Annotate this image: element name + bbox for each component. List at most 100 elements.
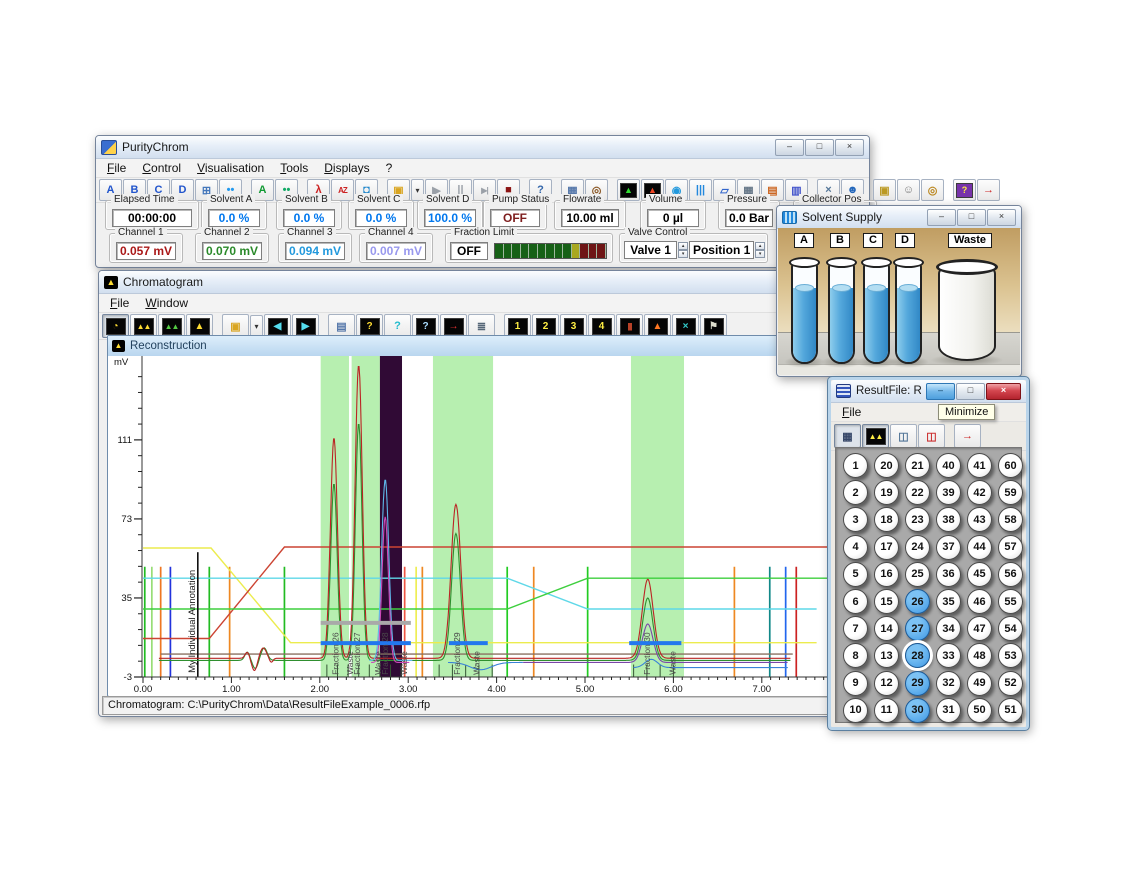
maximize-button[interactable]: □ (957, 209, 986, 226)
exit-button[interactable]: → (954, 424, 981, 448)
menu-displays[interactable]: Displays (317, 161, 376, 175)
vial-5[interactable]: 5 (843, 562, 868, 587)
vial-60[interactable]: 60 (998, 453, 1023, 478)
vial-4[interactable]: 4 (843, 535, 868, 560)
vial-49[interactable]: 49 (967, 671, 992, 696)
mask-button[interactable]: ☺ (897, 179, 920, 201)
close-button[interactable]: × (987, 209, 1016, 226)
vial-53[interactable]: 53 (998, 643, 1023, 668)
menu-file[interactable]: File (100, 161, 133, 175)
menu-file[interactable]: File (103, 296, 136, 310)
vial-23[interactable]: 23 (905, 507, 930, 532)
vial-39[interactable]: 39 (936, 480, 961, 505)
vial-42[interactable]: 42 (967, 480, 992, 505)
vial-40[interactable]: 40 (936, 453, 961, 478)
vial-29[interactable]: 29 (905, 671, 930, 696)
valve-spinner[interactable]: ▴▾ (678, 242, 688, 258)
vial-16[interactable]: 16 (874, 562, 899, 587)
resultfile-titlebar[interactable]: ResultFile: ResultFile... –□× (831, 380, 1026, 403)
add-vials-button[interactable]: ◫ (918, 424, 945, 448)
vial-44[interactable]: 44 (967, 535, 992, 560)
vial-9[interactable]: 9 (843, 671, 868, 696)
minimize-button[interactable]: – (927, 209, 956, 226)
vial-52[interactable]: 52 (998, 671, 1023, 696)
vial-48[interactable]: 48 (967, 643, 992, 668)
vial-26[interactable]: 26 (905, 589, 930, 614)
position-spinner[interactable]: ▴▾ (755, 242, 765, 258)
vial-21[interactable]: 21 (905, 453, 930, 478)
vial-37[interactable]: 37 (936, 535, 961, 560)
vial-57[interactable]: 57 (998, 535, 1023, 560)
vial-36[interactable]: 36 (936, 562, 961, 587)
vial-1[interactable]: 1 (843, 453, 868, 478)
vial-28[interactable]: 28 (905, 643, 930, 668)
vial-24[interactable]: 24 (905, 535, 930, 560)
vial-11[interactable]: 11 (874, 698, 899, 723)
valve-select[interactable]: Valve 1 (624, 241, 677, 259)
open-chromatogram-button-dropdown[interactable]: ▾ (250, 315, 263, 337)
vial-27[interactable]: 27 (905, 616, 930, 641)
help-book-button[interactable]: ? (953, 179, 976, 201)
menu-[interactable]: ? (379, 161, 400, 175)
vial-41[interactable]: 41 (967, 453, 992, 478)
vial-15[interactable]: 15 (874, 589, 899, 614)
vial-34[interactable]: 34 (936, 616, 961, 641)
vial-51[interactable]: 51 (998, 698, 1023, 723)
vial-32[interactable]: 32 (936, 671, 961, 696)
grid-view-button[interactable]: ▦ (834, 424, 861, 448)
menu-file[interactable]: File (835, 405, 868, 419)
vial-33[interactable]: 33 (936, 643, 961, 668)
chromatogram-view-button[interactable]: ▲▲ (862, 424, 889, 448)
vial-58[interactable]: 58 (998, 507, 1023, 532)
exit-button[interactable]: → (977, 179, 1000, 201)
vial-55[interactable]: 55 (998, 589, 1023, 614)
vial-3[interactable]: 3 (843, 507, 868, 532)
vial-35[interactable]: 35 (936, 589, 961, 614)
reconstruction-titlebar[interactable]: ▲ Reconstruction (108, 336, 834, 357)
menu-tools[interactable]: Tools (273, 161, 315, 175)
vial-50[interactable]: 50 (967, 698, 992, 723)
vial-54[interactable]: 54 (998, 616, 1023, 641)
close-button[interactable]: × (986, 383, 1021, 400)
vial-12[interactable]: 12 (874, 671, 899, 696)
reconstruction-plot[interactable]: My Individual AnnotationFraction 26Waste… (108, 356, 832, 694)
vial-46[interactable]: 46 (967, 589, 992, 614)
load-vials-button[interactable]: ◫ (890, 424, 917, 448)
position-select[interactable]: Position 1 (689, 241, 754, 259)
menu-visualisation[interactable]: Visualisation (190, 161, 271, 175)
vial-45[interactable]: 45 (967, 562, 992, 587)
vial-18[interactable]: 18 (874, 507, 899, 532)
vial-8[interactable]: 8 (843, 643, 868, 668)
vial-38[interactable]: 38 (936, 507, 961, 532)
search-folder-button[interactable]: ◎ (921, 179, 944, 201)
vial-19[interactable]: 19 (874, 480, 899, 505)
vial-17[interactable]: 17 (874, 535, 899, 560)
solvent-supply-titlebar[interactable]: Solvent Supply –□× (777, 206, 1021, 229)
chromatogram-titlebar[interactable]: ▲ Chromatogram (99, 271, 835, 294)
menu-control[interactable]: Control (135, 161, 188, 175)
vial-31[interactable]: 31 (936, 698, 961, 723)
vial-2[interactable]: 2 (843, 480, 868, 505)
vial-56[interactable]: 56 (998, 562, 1023, 587)
vial-47[interactable]: 47 (967, 616, 992, 641)
vial-59[interactable]: 59 (998, 480, 1023, 505)
close-button[interactable]: × (835, 139, 864, 156)
vial-13[interactable]: 13 (874, 643, 899, 668)
menu-window[interactable]: Window (138, 296, 195, 310)
vial-30[interactable]: 30 (905, 698, 930, 723)
lock-button[interactable]: ▣ (873, 179, 896, 201)
puritychrom-titlebar[interactable]: PurityChrom –□× (96, 136, 869, 159)
vial-6[interactable]: 6 (843, 589, 868, 614)
vial-43[interactable]: 43 (967, 507, 992, 532)
maximize-button[interactable]: □ (956, 383, 985, 400)
elapsed-time-label: Elapsed Time (111, 194, 178, 205)
minimize-button[interactable]: – (775, 139, 804, 156)
vial-22[interactable]: 22 (905, 480, 930, 505)
maximize-button[interactable]: □ (805, 139, 834, 156)
vial-10[interactable]: 10 (843, 698, 868, 723)
minimize-button[interactable]: – (926, 383, 955, 400)
vial-14[interactable]: 14 (874, 616, 899, 641)
vial-20[interactable]: 20 (874, 453, 899, 478)
vial-7[interactable]: 7 (843, 616, 868, 641)
vial-25[interactable]: 25 (905, 562, 930, 587)
